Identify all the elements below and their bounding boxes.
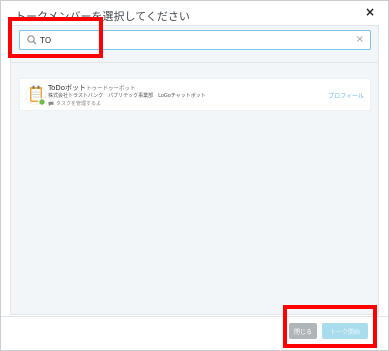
member-status-text: タスクを管理するよ xyxy=(56,101,102,107)
start-talk-button[interactable]: トーク開始 xyxy=(322,323,368,339)
member-status: タスクを管理するよ xyxy=(48,100,101,107)
close-button[interactable]: 閉じる xyxy=(289,323,317,339)
profile-link[interactable]: プロフィール xyxy=(328,91,364,100)
dialog-body: × ToDoボット トゥードゥーボット 株式会社トラストバンク パブリテック事業… xyxy=(10,25,379,315)
list-item[interactable]: ToDoボット トゥードゥーボット 株式会社トラストバンク パブリテック事業部 … xyxy=(19,78,371,111)
notepad-bot-icon xyxy=(25,84,47,106)
close-icon[interactable]: × xyxy=(365,5,375,19)
dialog-title: トークメンバーを選択してください xyxy=(15,10,190,23)
search-divider xyxy=(11,62,378,63)
select-member-dialog: トークメンバーを選択してください × × ToDoボ xyxy=(0,0,389,351)
clear-icon[interactable]: × xyxy=(356,33,364,47)
member-alias: トゥードゥーボット xyxy=(86,86,136,92)
search-input[interactable] xyxy=(40,32,340,48)
speech-bubble-icon xyxy=(48,101,54,106)
footer-divider xyxy=(1,316,388,317)
search-icon xyxy=(27,35,37,45)
search-box[interactable]: × xyxy=(19,30,371,50)
member-organization: 株式会社トラストバンク パブリテック事業部 LoGoチャットボット xyxy=(48,93,206,99)
